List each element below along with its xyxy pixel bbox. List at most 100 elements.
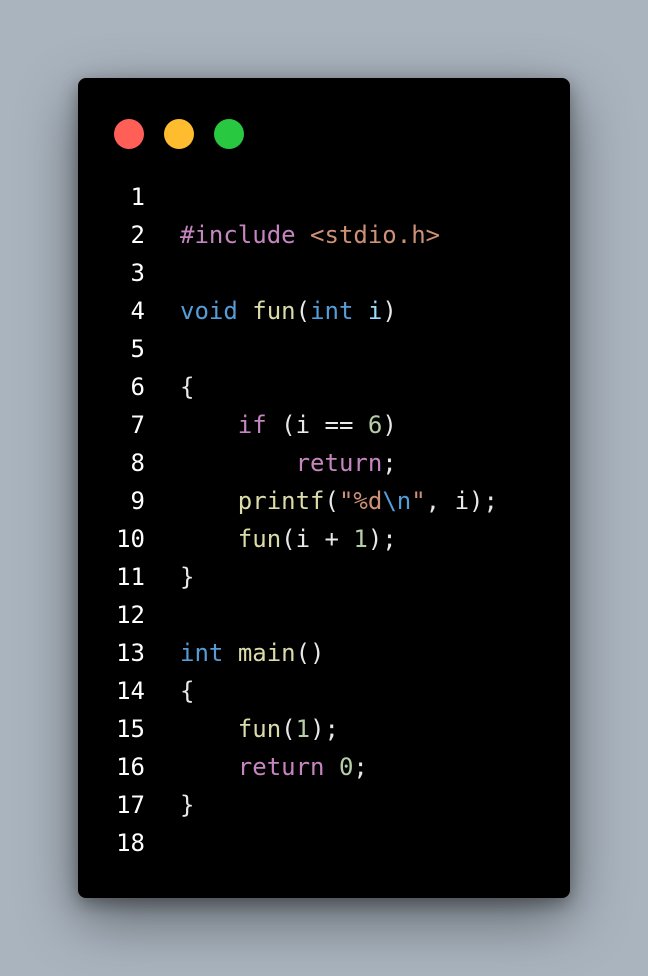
code-editor: 1 2 #include <stdio.h> 3 4 void fun(int i) 5 6{… bbox=[78, 178, 570, 862]
code-line: 7 if (i == 6) bbox=[78, 406, 570, 444]
line-number: 9 bbox=[130, 487, 145, 515]
code-token: 1 bbox=[353, 525, 368, 553]
code-token: { bbox=[180, 373, 195, 401]
code-line: 5 bbox=[78, 330, 570, 368]
line-source: } bbox=[180, 558, 194, 596]
close-dot-icon[interactable] bbox=[114, 119, 144, 149]
line-source: void fun(int i) bbox=[180, 292, 397, 330]
code-token: ; bbox=[382, 449, 397, 477]
line-source: int main() bbox=[180, 634, 325, 672]
line-source: printf("%d\n", i); bbox=[180, 482, 498, 520]
line-number: 7 bbox=[130, 411, 145, 439]
line-source: } bbox=[180, 786, 194, 824]
code-line: 6{ bbox=[78, 368, 570, 406]
code-token: () bbox=[295, 639, 325, 667]
line-source: fun(i + 1); bbox=[180, 520, 397, 558]
line-source: return; bbox=[180, 444, 397, 482]
code-token: return bbox=[295, 449, 383, 477]
code-token: ) bbox=[382, 411, 397, 439]
line-source: if (i == 6) bbox=[180, 406, 397, 444]
code-token: "%d bbox=[338, 487, 383, 515]
line-number: 4 bbox=[130, 297, 145, 325]
code-token: void bbox=[180, 297, 238, 325]
code-line: 9 printf("%d\n", i); bbox=[78, 482, 570, 520]
code-token: , i); bbox=[425, 487, 498, 515]
line-number: 12 bbox=[116, 601, 145, 629]
code-token: } bbox=[180, 791, 195, 819]
code-token: if bbox=[237, 411, 267, 439]
code-token: ; bbox=[353, 753, 368, 781]
code-line: 17} bbox=[78, 786, 570, 824]
code-token: \n bbox=[382, 487, 412, 515]
code-token: ( bbox=[281, 715, 296, 743]
code-token: ( bbox=[295, 297, 311, 325]
code-token: ) bbox=[382, 297, 397, 325]
code-window: 1 2 #include <stdio.h> 3 4 void fun(int i) 5 6{… bbox=[78, 78, 570, 898]
code-line: 14 { bbox=[78, 672, 570, 710]
code-line: 2 #include <stdio.h> bbox=[78, 216, 570, 254]
maximize-dot-icon[interactable] bbox=[214, 119, 244, 149]
code-token: <stdio.h> bbox=[310, 221, 441, 249]
code-token: i bbox=[367, 297, 383, 325]
line-source: return 0; bbox=[180, 748, 368, 786]
line-number: 16 bbox=[116, 753, 145, 781]
code-token: 0 bbox=[338, 753, 354, 781]
code-line: 8 return; bbox=[78, 444, 570, 482]
code-token: #include bbox=[180, 221, 296, 249]
line-number: 18 bbox=[116, 829, 145, 857]
code-line: 12 bbox=[78, 596, 570, 634]
line-number: 14 bbox=[116, 677, 145, 705]
code-token: printf bbox=[237, 487, 325, 515]
line-number: 3 bbox=[130, 259, 145, 287]
code-line: 10 fun(i + 1); bbox=[78, 520, 570, 558]
code-token: " bbox=[411, 487, 426, 515]
line-number: 13 bbox=[116, 639, 145, 667]
line-source: #include <stdio.h> bbox=[180, 216, 440, 254]
line-source: { bbox=[180, 368, 194, 406]
code-token: int bbox=[180, 639, 224, 667]
code-line: 4 void fun(int i) bbox=[78, 292, 570, 330]
code-token: (i == bbox=[266, 411, 368, 439]
line-number: 5 bbox=[130, 335, 145, 363]
line-number: 1 bbox=[130, 183, 145, 211]
code-line: 18 bbox=[78, 824, 570, 862]
code-line: 1 bbox=[78, 178, 570, 216]
code-token: ); bbox=[367, 525, 397, 553]
minimize-dot-icon[interactable] bbox=[164, 119, 194, 149]
line-number: 15 bbox=[116, 715, 145, 743]
line-number: 2 bbox=[130, 221, 145, 249]
code-line: 16 return 0; bbox=[78, 748, 570, 786]
code-token: fun bbox=[252, 297, 296, 325]
code-token: int bbox=[310, 297, 354, 325]
line-source: fun(1); bbox=[180, 710, 339, 748]
code-token: } bbox=[180, 563, 195, 591]
line-number: 11 bbox=[116, 563, 145, 591]
code-token: { bbox=[180, 677, 195, 705]
code-token: (i + bbox=[281, 525, 354, 553]
code-token: 6 bbox=[367, 411, 383, 439]
code-token: main bbox=[237, 639, 296, 667]
code-token: fun bbox=[237, 715, 282, 743]
code-line: 15 fun(1); bbox=[78, 710, 570, 748]
line-number: 6 bbox=[130, 373, 145, 401]
line-source: { bbox=[180, 672, 194, 710]
line-number: 17 bbox=[116, 791, 145, 819]
code-line: 13 int main() bbox=[78, 634, 570, 672]
code-token: 1 bbox=[295, 715, 311, 743]
code-line: 11} bbox=[78, 558, 570, 596]
code-line: 3 bbox=[78, 254, 570, 292]
code-token: return bbox=[237, 753, 325, 781]
code-token: fun bbox=[237, 525, 282, 553]
line-number: 8 bbox=[130, 449, 145, 477]
